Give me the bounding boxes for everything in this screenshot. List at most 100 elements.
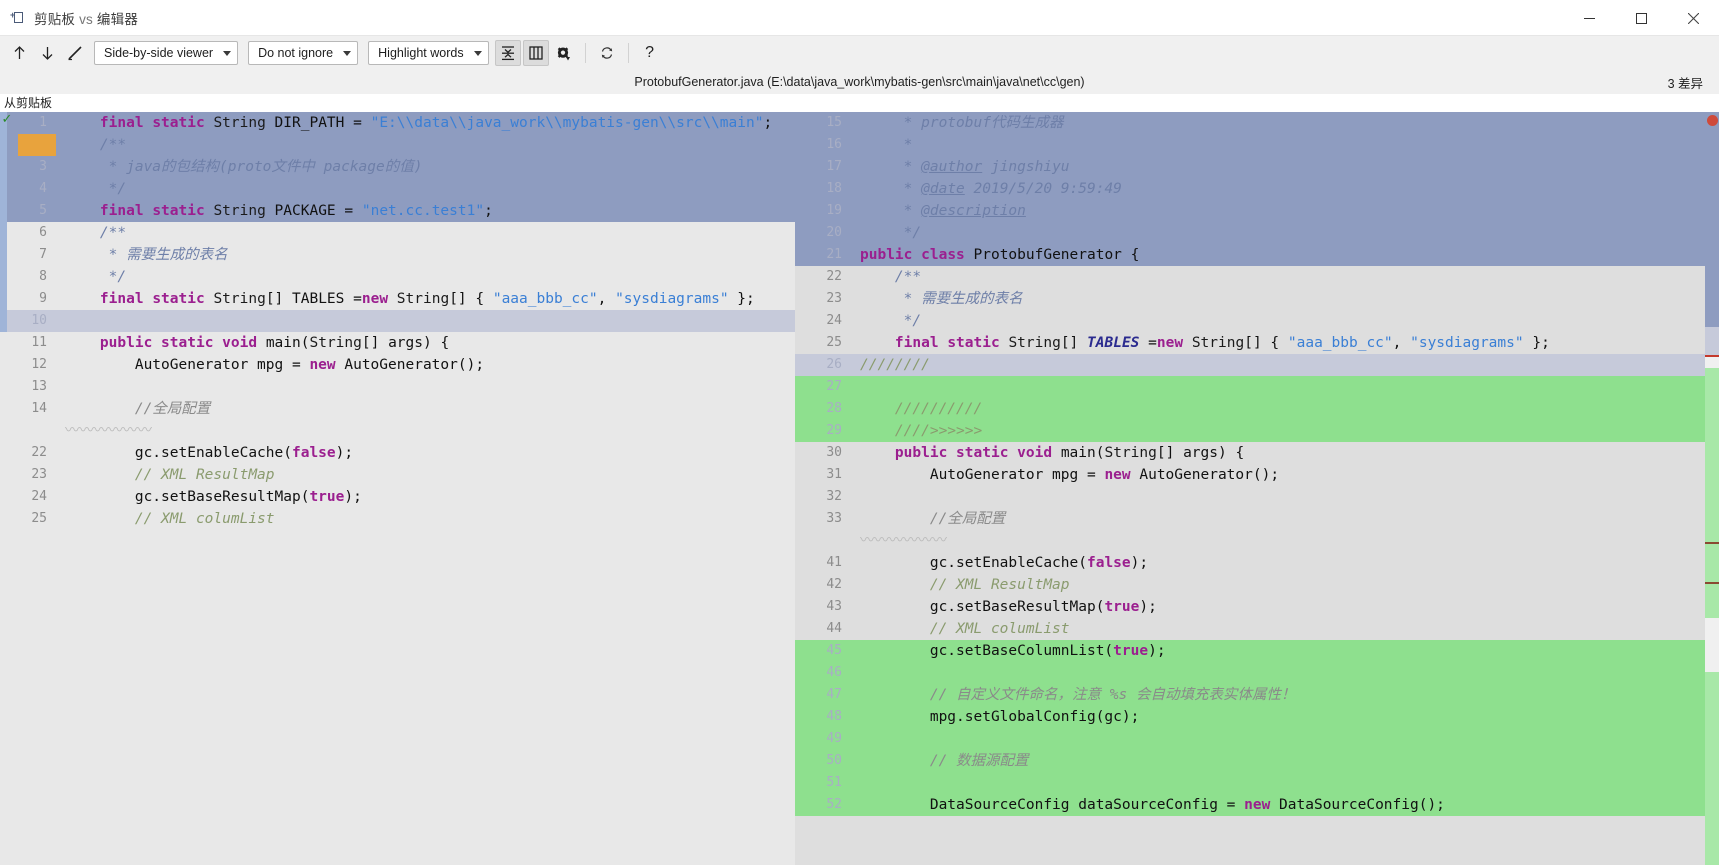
code-line[interactable]: 〰〰〰〰〰〰 bbox=[0, 420, 795, 442]
code-line[interactable]: 15 * protobuf代码生成器 bbox=[795, 112, 1719, 134]
code-line[interactable]: 49 bbox=[795, 728, 1719, 750]
diff-viewer-body: 1 final static String DIR_PATH = "E:\\da… bbox=[0, 112, 1719, 865]
code-line[interactable]: 8 */ bbox=[0, 266, 795, 288]
code-line-content: /** bbox=[99, 225, 127, 241]
refresh-sync-button[interactable] bbox=[594, 40, 620, 66]
code-line[interactable]: 〰〰〰〰〰〰 bbox=[795, 530, 1719, 552]
window-titlebar: + 剪贴板 vs 编辑器 bbox=[0, 0, 1719, 36]
code-line[interactable]: 33 //全局配置 bbox=[795, 508, 1719, 530]
code-line[interactable]: 24 gc.setBaseResultMap(true); bbox=[0, 486, 795, 508]
code-line[interactable]: 44 // XML columList bbox=[795, 618, 1719, 640]
window-title-vs: vs bbox=[79, 11, 93, 27]
code-line[interactable]: 32 bbox=[795, 486, 1719, 508]
code-line[interactable]: 16 * bbox=[795, 134, 1719, 156]
code-line[interactable]: 43 gc.setBaseResultMap(true); bbox=[795, 596, 1719, 618]
code-line[interactable]: 47 // 自定义文件命名，注意 %s 会自动填充表实体属性！ bbox=[795, 684, 1719, 706]
code-line[interactable]: 46 bbox=[795, 662, 1719, 684]
code-line[interactable]: 5 final static String PACKAGE = "net.cc.… bbox=[0, 200, 795, 222]
code-line-content: public class ProtobufGenerator { bbox=[860, 247, 1140, 263]
code-line[interactable]: 1 final static String DIR_PATH = "E:\\da… bbox=[0, 112, 795, 134]
code-line-content: * 需要生成的表名 bbox=[903, 291, 1023, 307]
left-change-bar bbox=[0, 112, 7, 332]
code-line[interactable]: 18 * @date 2019/5/20 9:59:49 bbox=[795, 178, 1719, 200]
code-line-content: */ bbox=[108, 181, 127, 197]
code-line-content: gc.setBaseResultMap(true); bbox=[860, 599, 1157, 615]
line-number: 15 bbox=[826, 115, 842, 130]
window-title: 剪贴板 vs 编辑器 bbox=[34, 8, 138, 28]
previous-difference-button[interactable] bbox=[6, 40, 32, 66]
code-line-content bbox=[850, 728, 1719, 750]
code-line-content: AutoGenerator mpg = new AutoGenerator(); bbox=[65, 357, 485, 373]
compare-icon: + bbox=[10, 10, 26, 26]
code-line[interactable]: 2 /** bbox=[0, 134, 795, 156]
code-line[interactable]: 52 DataSourceConfig dataSourceConfig = n… bbox=[795, 794, 1719, 816]
code-line[interactable]: 14 //全局配置 bbox=[0, 398, 795, 420]
code-line[interactable]: 29 ////>>>>>> bbox=[795, 420, 1719, 442]
code-line-content: */ bbox=[108, 269, 127, 285]
window-title-left: 剪贴板 bbox=[34, 11, 76, 27]
maximize-button[interactable] bbox=[1615, 0, 1667, 36]
code-line[interactable]: 42 // XML ResultMap bbox=[795, 574, 1719, 596]
line-number: 24 bbox=[31, 489, 47, 504]
code-line[interactable]: 11 public static void main(String[] args… bbox=[0, 332, 795, 354]
code-line[interactable]: 26 //////// bbox=[795, 354, 1719, 376]
ignore-mode-select[interactable]: Do not ignore bbox=[248, 41, 359, 65]
code-line-content: gc.setEnableCache(false); bbox=[860, 555, 1149, 571]
code-line[interactable]: 12 AutoGenerator mpg = new AutoGenerator… bbox=[0, 354, 795, 376]
code-line[interactable]: 24 */ bbox=[795, 310, 1719, 332]
code-line[interactable]: 27 bbox=[795, 376, 1719, 398]
line-number: 47 bbox=[826, 687, 842, 702]
right-editor-pane[interactable]: 15 * protobuf代码生成器 16 * 17 * @author jings… bbox=[795, 112, 1719, 865]
code-line[interactable]: 22 /** bbox=[795, 266, 1719, 288]
next-difference-button[interactable] bbox=[34, 40, 60, 66]
code-line[interactable]: 23 * 需要生成的表名 bbox=[795, 288, 1719, 310]
file-path-label: ProtobufGenerator.java (E:\data\java_wor… bbox=[634, 75, 1085, 89]
code-line[interactable]: 7 * 需要生成的表名 bbox=[0, 244, 795, 266]
code-line[interactable]: 48 mpg.setGlobalConfig(gc); bbox=[795, 706, 1719, 728]
line-number: 13 bbox=[31, 379, 47, 394]
code-line[interactable]: 17 * @author jingshiyu bbox=[795, 156, 1719, 178]
code-line[interactable]: 21 public class ProtobufGenerator { bbox=[795, 244, 1719, 266]
code-line[interactable]: 13 bbox=[0, 376, 795, 398]
diff-overview-ruler[interactable] bbox=[1705, 112, 1719, 865]
code-line[interactable]: 9 final static String[] TABLES =new Stri… bbox=[0, 288, 795, 310]
highlight-mode-select[interactable]: Highlight words bbox=[368, 41, 489, 65]
code-line[interactable]: 31 AutoGenerator mpg = new AutoGenerator… bbox=[795, 464, 1719, 486]
line-number: 23 bbox=[826, 291, 842, 306]
minimize-button[interactable] bbox=[1563, 0, 1615, 36]
code-line[interactable]: 20 */ bbox=[795, 222, 1719, 244]
code-line[interactable]: 4 */ bbox=[0, 178, 795, 200]
left-accept-check-icon[interactable]: ✓ bbox=[0, 112, 14, 126]
code-line[interactable]: 25 // XML columList bbox=[0, 508, 795, 530]
code-line[interactable]: 50 // 数据源配置 bbox=[795, 750, 1719, 772]
error-badge-icon[interactable] bbox=[1707, 115, 1718, 126]
collapse-unchanged-button[interactable] bbox=[494, 40, 521, 66]
edit-pencil-button[interactable] bbox=[62, 40, 88, 66]
code-line[interactable]: 19 * @description bbox=[795, 200, 1719, 222]
line-number: 30 bbox=[826, 445, 842, 460]
code-line[interactable]: 51 bbox=[795, 772, 1719, 794]
chevron-down-icon bbox=[223, 50, 232, 56]
code-line[interactable]: 3 * java的包结构(proto文件中 package的值) bbox=[0, 156, 795, 178]
code-line[interactable]: 25 final static String[] TABLES =new Str… bbox=[795, 332, 1719, 354]
overview-warning-marker bbox=[1705, 582, 1719, 584]
left-editor-pane[interactable]: 1 final static String DIR_PATH = "E:\\da… bbox=[0, 112, 795, 865]
code-line-content: 〰〰〰〰〰〰 bbox=[860, 533, 947, 549]
code-line[interactable]: 23 // XML ResultMap bbox=[0, 464, 795, 486]
code-line[interactable]: 41 gc.setEnableCache(false); bbox=[795, 552, 1719, 574]
viewer-mode-select[interactable]: Side-by-side viewer bbox=[94, 41, 239, 65]
settings-gear-button[interactable] bbox=[551, 40, 577, 66]
code-line-content: public static void main(String[] args) { bbox=[894, 445, 1245, 461]
columns-view-button[interactable] bbox=[522, 40, 549, 66]
close-button[interactable] bbox=[1667, 0, 1719, 36]
code-line[interactable]: 30 public static void main(String[] args… bbox=[795, 442, 1719, 464]
code-line-content bbox=[850, 662, 1719, 684]
code-line[interactable]: 6 /** bbox=[0, 222, 795, 244]
right-code-lines[interactable]: 15 * protobuf代码生成器 16 * 17 * @author jings… bbox=[795, 112, 1719, 816]
code-line[interactable]: 28 ////////// bbox=[795, 398, 1719, 420]
left-code-lines[interactable]: 1 final static String DIR_PATH = "E:\\da… bbox=[0, 112, 795, 530]
code-line[interactable]: 22 gc.setEnableCache(false); bbox=[0, 442, 795, 464]
code-line[interactable]: 10 bbox=[0, 310, 795, 332]
help-button[interactable]: ? bbox=[637, 40, 663, 66]
code-line[interactable]: 45 gc.setBaseColumnList(true); bbox=[795, 640, 1719, 662]
